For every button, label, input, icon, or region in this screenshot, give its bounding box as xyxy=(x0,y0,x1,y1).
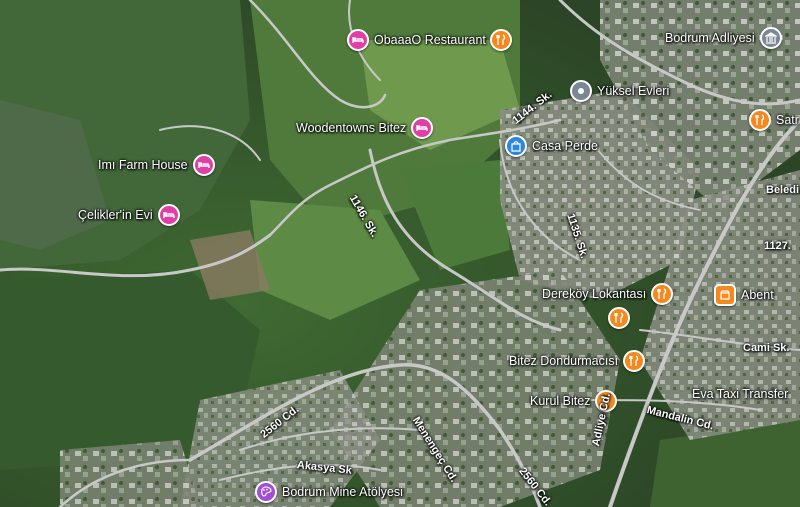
poi-label: Eva Taxi Transfer xyxy=(692,387,789,401)
street-label: Beledi xyxy=(766,184,800,196)
poi-woodentowns-bitez[interactable]: Woodentowns Bitez xyxy=(296,117,434,139)
poi-bodrum-adliyesi[interactable]: Bodrum Adliyesi xyxy=(665,27,782,49)
building-icon xyxy=(759,27,782,49)
restaurant-icon xyxy=(623,350,646,372)
restaurant-icon xyxy=(749,109,771,131)
restaurant-icon xyxy=(651,283,674,305)
poi-derekoy-lokantasi[interactable]: Dereköy Lokantası xyxy=(542,283,674,305)
shop-icon xyxy=(714,284,736,306)
satellite-imagery xyxy=(0,0,800,507)
poi-label: Casa Perde xyxy=(532,139,599,153)
restaurant-icon xyxy=(608,307,630,329)
palette-icon xyxy=(255,481,277,503)
poi-label: Kurul Bitez xyxy=(530,394,591,408)
poi-label: Dereköy Lokantası xyxy=(542,287,647,301)
bed-icon xyxy=(347,29,369,51)
poi-label: Satr xyxy=(776,113,799,127)
poi-label: ObaaaO Restaurant xyxy=(374,33,486,47)
poi-celikler-evi[interactable]: Çelikler'in Evi xyxy=(78,204,180,226)
street-label: 1127. xyxy=(764,240,791,252)
poi-obaaao-restaurant[interactable]: ObaaaO Restaurant xyxy=(347,29,512,51)
poi-label: Çelikler'in Evi xyxy=(78,208,153,222)
poi-imi-farm-house[interactable]: Imı Farm House xyxy=(98,154,215,176)
location-dot-icon xyxy=(570,80,592,102)
poi-label: Imı Farm House xyxy=(98,158,188,172)
poi-bitez-dondurmacisi[interactable]: Bitez Dondurmacısı xyxy=(509,350,646,372)
bed-icon xyxy=(157,204,180,226)
poi-bodrum-mine-atolyesi[interactable]: Bodrum Mine Atölyesi xyxy=(255,481,403,503)
poi-abent[interactable]: Abent xyxy=(714,284,774,306)
poi-casa-perde[interactable]: Casa Perde xyxy=(505,135,598,157)
satellite-map[interactable]: ObaaaO Restaurant Bodrum Adliyesi Yüksel… xyxy=(0,0,800,507)
poi-label: Abent xyxy=(741,288,774,302)
poi-eva-taxi-transfer[interactable]: Eva Taxi Transfer xyxy=(692,387,788,401)
poi-label: Bitez Dondurmacısı xyxy=(509,354,619,368)
poi-label: Bodrum Mine Atölyesi xyxy=(282,485,403,499)
poi-yuksel-evleri[interactable]: Yüksel Evleri xyxy=(570,80,669,102)
restaurant-icon xyxy=(489,29,512,51)
poi-label: Yüksel Evleri xyxy=(597,84,670,98)
bed-icon xyxy=(192,154,215,176)
bed-icon xyxy=(411,117,434,139)
street-label: Cami Sk. xyxy=(743,342,790,354)
shopping-bag-icon xyxy=(505,135,527,157)
poi-restaurant-pin[interactable] xyxy=(608,307,630,329)
poi-label: Woodentowns Bitez xyxy=(296,121,407,135)
poi-label: Bodrum Adliyesi xyxy=(665,31,755,45)
poi-satr[interactable]: Satr xyxy=(749,109,799,131)
